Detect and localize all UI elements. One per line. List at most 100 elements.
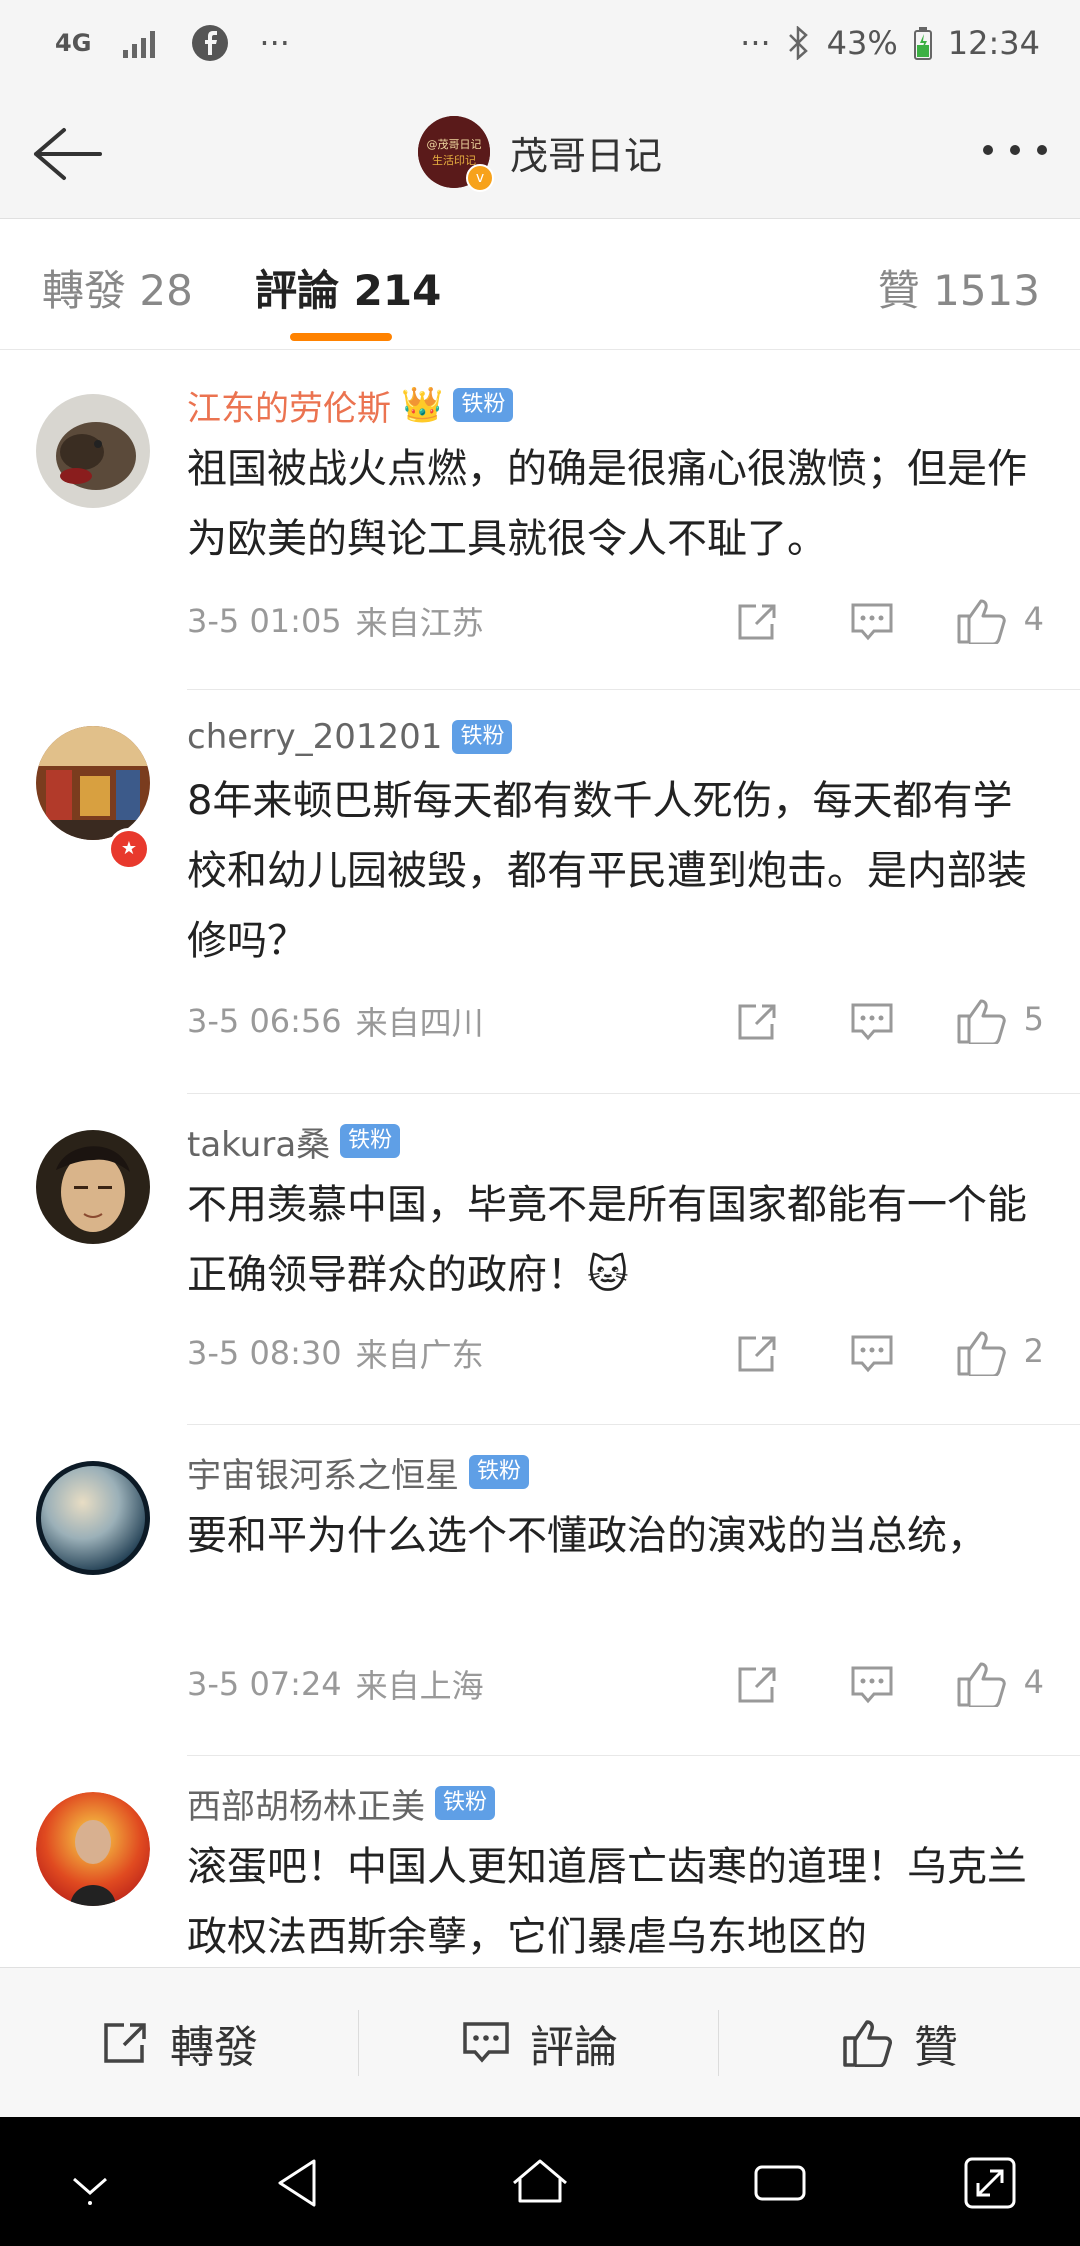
bottom-action-bar: 轉發 評論 贊 bbox=[0, 1967, 1080, 2118]
fan-badge: 铁粉 bbox=[452, 720, 513, 754]
commenter-name[interactable]: 宇宙银河系之恒星 bbox=[187, 1448, 459, 1497]
repost-button[interactable]: 轉發 bbox=[0, 1968, 360, 2118]
more-options-button[interactable] bbox=[980, 130, 1050, 170]
home-button[interactable] bbox=[510, 2153, 570, 2213]
comment-item: 宇宙银河系之恒星 铁粉 要和平为什么选个不懂政治的演戏的当总统， 3-5 07:… bbox=[0, 1425, 1080, 1756]
fan-badge: 铁粉 bbox=[435, 1786, 496, 1820]
user-badge-icon: ★ bbox=[108, 828, 150, 870]
battery-percent: 43% bbox=[826, 24, 898, 62]
top-nav-bar: @茂哥日记 生活印记 v 茂哥日记 bbox=[0, 90, 1080, 219]
reply-button[interactable] bbox=[850, 1334, 894, 1374]
vip-crown-icon: 👑 bbox=[401, 385, 444, 425]
account-avatar[interactable]: @茂哥日记 生活印记 v bbox=[418, 116, 494, 192]
comment-bubble-icon bbox=[463, 2022, 509, 2063]
thumbs-up-icon bbox=[957, 1662, 1006, 1707]
battery-icon bbox=[913, 26, 932, 60]
comment-item: ★ cherry_201201 铁粉 8年来顿巴斯每天都有数千人死伤，每天都有学… bbox=[0, 690, 1080, 1094]
back-arrow-icon bbox=[34, 128, 102, 180]
cat-emoji-icon: 🐱 bbox=[587, 1252, 629, 1298]
commenter-name[interactable]: takura桑 bbox=[187, 1117, 330, 1166]
comment-time: 3-5 08:30 bbox=[187, 1334, 342, 1372]
comment-source: 来自广东 bbox=[355, 1336, 484, 1374]
recent-apps-button[interactable] bbox=[750, 2153, 810, 2213]
home-icon bbox=[513, 2159, 567, 2203]
system-navigation-bar bbox=[0, 2117, 1080, 2246]
comment-bubble-icon bbox=[851, 1666, 893, 1704]
comment-button[interactable]: 評論 bbox=[360, 1968, 720, 2118]
bluetooth-icon bbox=[787, 26, 811, 60]
comment-bubble-icon bbox=[851, 603, 893, 641]
like-count: 4 bbox=[1023, 1663, 1044, 1701]
expand-button[interactable] bbox=[960, 2153, 1020, 2213]
repost-comment-button[interactable] bbox=[736, 1665, 780, 1705]
user-avatar[interactable] bbox=[36, 726, 150, 840]
svg-text:生活印记: 生活印记 bbox=[432, 153, 476, 167]
share-icon bbox=[738, 604, 776, 640]
like-post-button[interactable]: 贊 bbox=[720, 1968, 1080, 2118]
status-bar: 4G ··· ··· 43% 12:34 bbox=[0, 0, 1080, 90]
reply-button[interactable] bbox=[850, 602, 894, 642]
comment-text: 祖国被战火点燃，的确是很痛心很激愤；但是作为欧美的舆论工具就很令人不耻了。 bbox=[187, 446, 1027, 562]
share-icon bbox=[104, 2023, 146, 2063]
repost-comment-button[interactable] bbox=[736, 1334, 780, 1374]
user-avatar[interactable] bbox=[36, 394, 150, 508]
account-header[interactable]: @茂哥日记 生活印记 v 茂哥日记 bbox=[418, 116, 663, 192]
more-notifications-icon: ··· bbox=[259, 24, 290, 62]
like-button[interactable] bbox=[956, 1661, 1008, 1707]
comment-text: 8年来顿巴斯每天都有数千人死伤，每天都有学校和幼儿园被毁，都有平民遭到炮击。是内… bbox=[187, 778, 1027, 964]
reply-button[interactable] bbox=[850, 1665, 894, 1705]
comment-time: 3-5 01:05 bbox=[187, 602, 342, 640]
comment-source: 来自四川 bbox=[355, 1004, 484, 1042]
like-count: 2 bbox=[1023, 1332, 1044, 1370]
commenter-name[interactable]: 江东的劳伦斯 bbox=[187, 381, 391, 430]
clock: 12:34 bbox=[947, 24, 1040, 62]
separator bbox=[718, 2010, 719, 2076]
hide-keyboard-button[interactable] bbox=[60, 2153, 120, 2213]
svg-text:@茂哥日记: @茂哥日记 bbox=[427, 137, 482, 151]
comment-text: 不用羡慕中国，毕竟不是所有国家都能有一个能正确领导群众的政府！🐱 bbox=[187, 1182, 1027, 1298]
back-nav-button[interactable] bbox=[270, 2153, 330, 2213]
like-label: 贊 bbox=[914, 2022, 958, 2073]
commenter-name[interactable]: cherry_201201 bbox=[187, 717, 442, 757]
comment-item: 江东的劳伦斯 👑 铁粉 祖国被战火点燃，的确是很痛心很激愤；但是作为欧美的舆论工… bbox=[0, 350, 1080, 690]
comment-source: 来自江苏 bbox=[355, 604, 484, 642]
fan-badge: 铁粉 bbox=[469, 1455, 530, 1489]
commenter-name[interactable]: 西部胡杨林正美 bbox=[187, 1779, 425, 1828]
active-tab-indicator bbox=[290, 333, 392, 341]
back-button[interactable] bbox=[28, 122, 108, 186]
like-count: 5 bbox=[1023, 1000, 1044, 1038]
share-icon bbox=[738, 1004, 776, 1040]
repost-label: 轉發 bbox=[170, 2022, 258, 2073]
user-avatar[interactable] bbox=[36, 1130, 150, 1244]
fan-badge: 铁粉 bbox=[340, 1124, 401, 1158]
tab-bar: 轉發 28 評論 214 贊 1513 bbox=[0, 219, 1080, 350]
comment-text: 要和平为什么选个不懂政治的演戏的当总统， bbox=[187, 1513, 987, 1559]
tab-likes[interactable]: 贊 1513 bbox=[878, 257, 1040, 318]
signal-icon bbox=[121, 28, 161, 58]
chevron-down-icon bbox=[73, 2177, 107, 2205]
repost-comment-button[interactable] bbox=[736, 1002, 780, 1042]
comment-item: 西部胡杨林正美 铁粉 滚蛋吧！中国人更知道唇亡齿寒的道理！乌克兰政权法西斯余孽，… bbox=[0, 1756, 1080, 1966]
comment-time: 3-5 06:56 bbox=[187, 1002, 342, 1040]
comment-item: takura桑 铁粉 不用羡慕中国，毕竟不是所有国家都能有一个能正确领导群众的政… bbox=[0, 1094, 1080, 1425]
network-indicator: 4G bbox=[55, 29, 92, 57]
share-icon bbox=[738, 1667, 776, 1703]
reply-button[interactable] bbox=[850, 1002, 894, 1042]
comment-label: 評論 bbox=[530, 2022, 618, 2073]
expand-icon bbox=[964, 2157, 1016, 2209]
triangle-back-icon bbox=[278, 2159, 316, 2207]
thumbs-up-icon bbox=[957, 599, 1006, 644]
comment-list[interactable]: 江东的劳伦斯 👑 铁粉 祖国被战火点燃，的确是很痛心很激愤；但是作为欧美的舆论工… bbox=[0, 350, 1080, 1966]
like-button[interactable] bbox=[956, 998, 1008, 1044]
user-avatar[interactable] bbox=[36, 1792, 150, 1906]
fan-badge: 铁粉 bbox=[453, 388, 514, 422]
facebook-icon bbox=[191, 24, 229, 62]
like-button[interactable] bbox=[956, 598, 1008, 644]
tab-reposts[interactable]: 轉發 28 bbox=[42, 257, 193, 318]
repost-comment-button[interactable] bbox=[736, 602, 780, 642]
more-dots-icon bbox=[983, 145, 1047, 155]
user-avatar[interactable] bbox=[36, 1461, 150, 1575]
tab-comments[interactable]: 評論 214 bbox=[255, 257, 441, 318]
page-title: 茂哥日记 bbox=[510, 133, 663, 178]
like-button[interactable] bbox=[956, 1330, 1008, 1376]
